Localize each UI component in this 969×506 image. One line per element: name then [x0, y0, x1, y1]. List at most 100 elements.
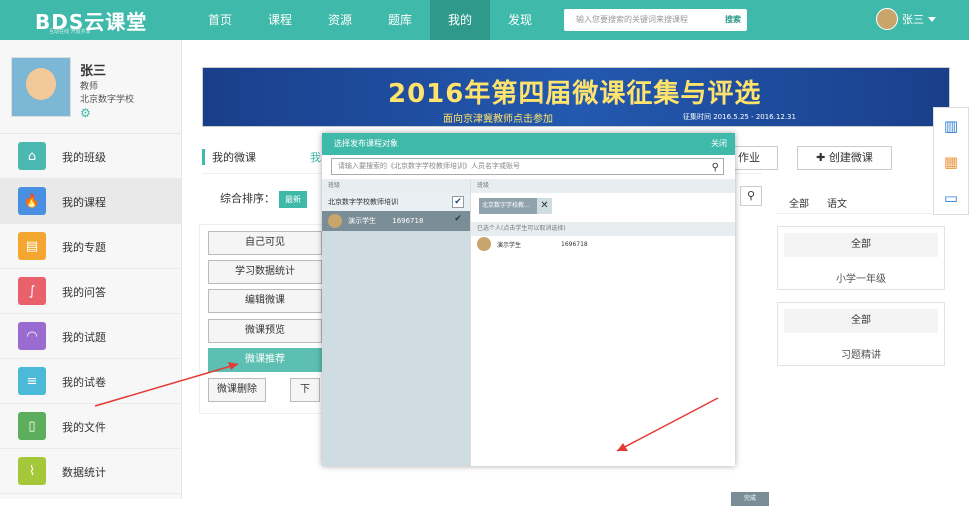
apps-grid-icon[interactable]: ▦ [934, 144, 968, 180]
sort-bar: 综合排序： 最新 [220, 190, 307, 208]
sidebar: 张三 教师 北京数字学校 ⚙ ⌂ 我的班级 🔥 我的课程 ▤ 我的专题 ∫ 我的问答 ◠ 我的试题… [0, 40, 182, 499]
filter-tab-chinese[interactable]: 语文 [827, 195, 847, 210]
search-input[interactable]: 输入您要搜索的关键词来搜课程 搜索 [564, 9, 747, 31]
nav-mine[interactable]: 我的 [430, 0, 490, 40]
learning-stats-button[interactable]: 学习数据统计 [208, 260, 322, 284]
search-placeholder: 输入您要搜索的关键词来搜课程 [576, 15, 688, 24]
publish-target-dialog: 选择发布课程对象 关闭 请输入要搜索的《北京数字学校教师培训》人员名字或账号 ⚲… [322, 133, 769, 506]
recommend-microcourse-button[interactable]: 微课推荐 [208, 348, 322, 372]
user-menu[interactable]: 张三 [876, 8, 936, 30]
sidebar-item[interactable]: 🔥 我的课程 [0, 179, 181, 224]
class-row[interactable]: 北京数字学校教师培训 ✔ [322, 193, 470, 211]
search-icon[interactable]: ⚲ [740, 186, 762, 206]
sidebar-item[interactable]: ▤ 我的专题 [0, 224, 181, 269]
avatar [328, 214, 342, 228]
filter-card-type[interactable]: 全部 习题精讲 [777, 302, 945, 366]
search-icon[interactable]: ⚲ [712, 160, 719, 175]
gear-icon[interactable]: ⚙ [80, 106, 91, 120]
student-row[interactable]: 演示学生 1696718 ✔ [322, 211, 470, 231]
filter-card-body: 小学一年级 [836, 274, 886, 285]
menu-icon: ∫ [18, 277, 46, 305]
sidebar-item-label: 我的文件 [62, 421, 106, 434]
sort-latest-button[interactable]: 最新 [279, 191, 307, 208]
edit-microcourse-button[interactable]: 编辑微课 [208, 289, 322, 313]
main-nav: 首页 课程 资源 题库 我的 发现 [190, 0, 550, 40]
sidebar-item-label: 我的专题 [62, 241, 106, 254]
chat-icon[interactable]: ▭ [934, 180, 968, 216]
filter-card-grade[interactable]: 全部 小学一年级 [777, 226, 945, 290]
notebook-icon[interactable]: ▥ [934, 108, 968, 144]
profile-name: 张三 [80, 64, 107, 79]
selected-class-header: 班级 [471, 179, 735, 193]
menu-icon: 🔥 [18, 187, 46, 215]
sidebar-item[interactable]: ≡ 我的试卷 [0, 359, 181, 404]
profile-card: 张三 教师 北京数字学校 ⚙ [0, 40, 181, 134]
filter-card-head: 全部 [784, 309, 938, 333]
filter-card-head: 全部 [784, 233, 938, 257]
nav-question-bank[interactable]: 题库 [370, 0, 430, 40]
selected-list: 班级 北京数字学校教... ✕ 已选个人(点击学生可以取消选择) 演示学生 16… [470, 179, 769, 506]
create-microcourse-button[interactable]: ✚ 创建微课 [797, 146, 892, 170]
sidebar-item-label: 数据统计 [62, 466, 106, 479]
floating-toolbar: ▥ ▦ ▭ [933, 107, 969, 215]
dialog-search-input[interactable]: 请输入要搜索的《北京数字学校教师培训》人员名字或账号 ⚲ [331, 158, 724, 175]
selected-individual-header: 已选个人(点击学生可以取消选择) [471, 222, 735, 236]
menu-icon: ⌇ [18, 457, 46, 485]
sidebar-item[interactable]: ⌇ 数据统计 [0, 449, 181, 494]
filter-tabs: 全部 语文 [777, 186, 945, 214]
banner-dates: 征集时间 2016.5.25 - 2016.12.31 [683, 113, 796, 121]
nav-home[interactable]: 首页 [190, 0, 250, 40]
banner-title: 2016年第四届微课征集与评选 [388, 79, 762, 109]
sidebar-item[interactable]: ∫ 我的问答 [0, 269, 181, 314]
menu-icon: ◠ [18, 322, 46, 350]
logo[interactable]: BDS云课堂 互动在线 开放共享 [35, 6, 147, 35]
sidebar-item-label: 我的课程 [62, 196, 106, 209]
close-icon[interactable]: ✕ [537, 198, 552, 214]
visible-self-button[interactable]: 自己可见 [208, 231, 322, 255]
nav-discover[interactable]: 发现 [490, 0, 550, 40]
filter-card-body: 习题精讲 [841, 350, 881, 361]
tab-other[interactable]: 我 [310, 149, 321, 165]
nav-courses[interactable]: 课程 [250, 0, 310, 40]
profile-school: 北京数字学校 [80, 95, 135, 105]
course-actions-menu: 自己可见 学习数据统计 编辑微课 微课预览 微课推荐 微课删除 下 [199, 224, 323, 414]
profile-avatar [11, 57, 71, 117]
menu-icon: ⌂ [18, 142, 46, 170]
top-navbar: BDS云课堂 互动在线 开放共享 首页 课程 资源 题库 我的 发现 输入您要搜索… [0, 0, 969, 40]
sidebar-item[interactable]: ▯ 我的文件 [0, 404, 181, 449]
selected-class-tag[interactable]: 北京数字学校教... ✕ [479, 198, 552, 214]
dialog-header: 选择发布课程对象 关闭 [322, 133, 735, 155]
preview-microcourse-button[interactable]: 微课预览 [208, 319, 322, 343]
sidebar-item[interactable]: ◠ 我的试题 [0, 314, 181, 359]
sidebar-item[interactable]: ⌂ 我的班级 [0, 134, 181, 179]
filter-tab-all[interactable]: 全部 [789, 195, 809, 210]
chevron-down-icon [928, 16, 936, 22]
tab-my-microcourses[interactable]: 我的微课 [202, 149, 256, 165]
profile-role: 教师 [80, 82, 99, 92]
selected-student-row[interactable]: 演示学生 1696718 [477, 237, 588, 251]
search-button[interactable]: 搜索 [725, 14, 741, 25]
menu-icon: ▤ [18, 232, 46, 260]
available-list: 班级 北京数字学校教师培训 ✔ 演示学生 1696718 ✔ [322, 179, 470, 466]
avatar [876, 8, 898, 30]
checkbox-checked-icon[interactable]: ✔ [452, 196, 464, 208]
dialog-close-button[interactable]: 关闭 [711, 133, 727, 155]
filter-panel: 全部 语文 全部 小学一年级 全部 习题精讲 [777, 186, 945, 366]
menu-icon: ≡ [18, 367, 46, 395]
plus-icon: ✚ [816, 151, 829, 164]
user-name: 张三 [902, 13, 924, 26]
sidebar-item-label: 我的班级 [62, 151, 106, 164]
dialog-title: 选择发布课程对象 [334, 139, 398, 148]
banner-subtitle: 面向京津冀教师点击参加 [443, 114, 553, 125]
sidebar-item-label: 我的问答 [62, 286, 106, 299]
menu-icon: ▯ [18, 412, 46, 440]
avatar [477, 237, 491, 251]
delete-microcourse-button[interactable]: 微课删除 [208, 378, 266, 402]
check-icon[interactable]: ✔ [452, 214, 464, 226]
sidebar-item-label: 我的试卷 [62, 376, 106, 389]
sort-label: 综合排序： [220, 192, 275, 205]
more-button[interactable]: 下 [290, 378, 320, 402]
nav-resources[interactable]: 资源 [310, 0, 370, 40]
promo-banner[interactable]: 2016年第四届微课征集与评选 面向京津冀教师点击参加 征集时间 2016.5.… [202, 67, 950, 127]
done-button[interactable]: 完成 [731, 492, 769, 506]
